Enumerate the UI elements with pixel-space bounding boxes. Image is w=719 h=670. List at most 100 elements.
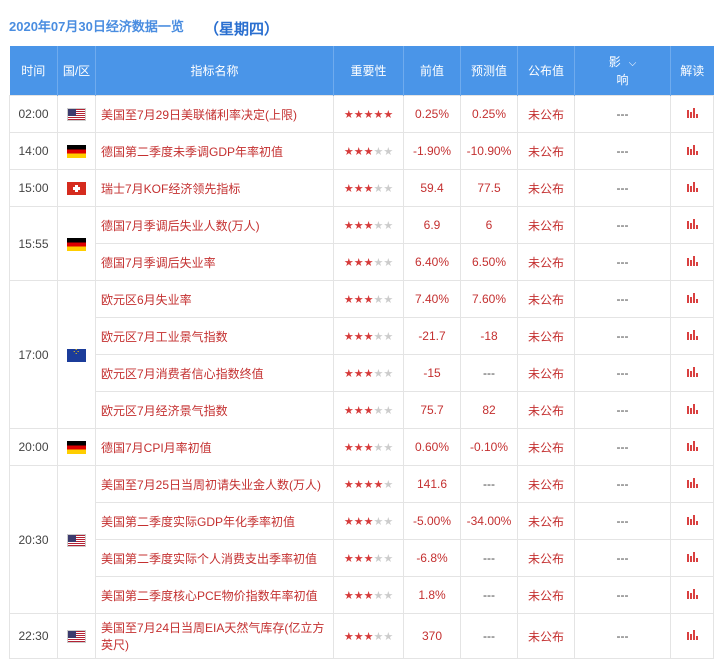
importance-stars: ★★★★★ [344, 479, 393, 491]
bar-chart-icon[interactable] [686, 552, 698, 562]
bar-chart-icon[interactable] [686, 330, 698, 340]
bar-chart-icon[interactable] [686, 478, 698, 488]
influence-value: --- [574, 206, 671, 244]
table-body: 02:00 美国至7月29日美联储利率决定(上限) ★★★★★ 0.25% 0.25% 未… [9, 95, 714, 659]
indicator-name[interactable]: 美国至7月25日当周初请失业金人数(万人) [95, 465, 334, 503]
influence-value: --- [574, 539, 671, 577]
table-row: 欧元区7月消费者信心指数终值 ★★★★★ -15 --- 未公布 --- [10, 354, 714, 392]
bar-chart-icon[interactable] [686, 404, 698, 414]
interpret-cell[interactable] [670, 95, 714, 133]
forecast-value: --- [460, 613, 518, 659]
indicator-name[interactable]: 美国至7月29日美联储利率决定(上限) [95, 95, 334, 133]
indicator-name[interactable]: 德国7月季调后失业人数(万人) [95, 206, 334, 244]
previous-value: -6.8% [403, 539, 461, 577]
importance-cell: ★★★★★ [333, 317, 404, 355]
previous-value: -5.00% [403, 502, 461, 540]
time-cell: 14:00 [9, 132, 58, 170]
star-icon: ★ [363, 183, 374, 195]
interpret-cell[interactable] [670, 613, 714, 659]
indicator-name[interactable]: 美国至7月24日当周EIA天然气库存(亿立方英尺) [95, 613, 334, 659]
forecast-value: -0.10% [460, 428, 518, 466]
actual-value: 未公布 [517, 502, 575, 540]
time-cell: 02:00 [9, 95, 58, 133]
star-icon: ★ [363, 405, 374, 417]
star-icon: ★ [363, 590, 374, 602]
table-header-row: 时间 国/区 指标名称 重要性 前值 预测值 公布值 影 ⌵ 响 解读 [9, 46, 714, 96]
interpret-cell[interactable] [670, 280, 714, 318]
interpret-cell[interactable] [670, 132, 714, 170]
star-icon: ★ [353, 368, 364, 380]
interpret-cell[interactable] [670, 465, 714, 503]
interpret-cell[interactable] [670, 576, 714, 614]
table-row: 15:55 德国7月季调后失业人数(万人) ★★★★★ 6.9 6 未公布 --- [9, 206, 714, 281]
interpret-cell[interactable] [670, 169, 714, 207]
indicator-name[interactable]: 欧元区7月消费者信心指数终值 [95, 354, 334, 392]
bar-chart-icon[interactable] [686, 515, 698, 525]
table-row: 美国第二季度实际个人消费支出季率初值 ★★★★★ -6.8% --- 未公布 --- [10, 539, 714, 577]
bar-chart-icon[interactable] [686, 182, 698, 192]
star-icon: ★ [343, 331, 354, 343]
economic-calendar-table: 时间 国/区 指标名称 重要性 前值 预测值 公布值 影 ⌵ 响 解读 02:00… [9, 46, 714, 659]
interpret-cell[interactable] [670, 243, 714, 281]
bar-chart-icon[interactable] [686, 145, 698, 155]
bar-chart-icon[interactable] [686, 293, 698, 303]
star-icon: ★ [363, 294, 374, 306]
col-influence[interactable]: 影 ⌵ 响 [574, 46, 671, 96]
interpret-cell[interactable] [670, 317, 714, 355]
star-empty-icon: ★ [383, 146, 394, 158]
indicator-name[interactable]: 欧元区6月失业率 [95, 280, 334, 318]
previous-value: 6.40% [403, 243, 461, 281]
indicator-name[interactable]: 美国第二季度实际GDP年化季率初值 [95, 502, 334, 540]
star-icon: ★ [343, 368, 354, 380]
forecast-value: 0.25% [460, 95, 518, 133]
interpret-cell[interactable] [670, 539, 714, 577]
table-row: 14:00 德国第二季度未季调GDP年率初值 ★★★★★ -1.90% -10.90% 未… [9, 132, 714, 170]
previous-value: 59.4 [403, 169, 461, 207]
interpret-cell[interactable] [670, 206, 714, 244]
indicator-name[interactable]: 德国7月季调后失业率 [95, 243, 334, 281]
star-empty-icon: ★ [373, 590, 384, 602]
interpret-cell[interactable] [670, 391, 714, 429]
bar-chart-icon[interactable] [686, 108, 698, 118]
star-empty-icon: ★ [383, 405, 394, 417]
bar-chart-icon[interactable] [686, 589, 698, 599]
star-icon: ★ [353, 590, 364, 602]
indicator-name[interactable]: 德国7月CPI月率初值 [95, 428, 334, 466]
actual-value: 未公布 [517, 169, 575, 207]
previous-value: 1.8% [403, 576, 461, 614]
star-empty-icon: ★ [373, 257, 384, 269]
indicator-name[interactable]: 瑞士7月KOF经济领先指标 [95, 169, 334, 207]
table-row: 17:00欧元区6月失业率★★★★★7.40%7.60%未公布--- [9, 280, 714, 429]
star-icon: ★ [343, 590, 354, 602]
bar-chart-icon[interactable] [686, 219, 698, 229]
interpret-cell[interactable] [670, 428, 714, 466]
bar-chart-icon[interactable] [686, 630, 698, 640]
indicator-name[interactable]: 美国第二季度实际个人消费支出季率初值 [95, 539, 334, 577]
indicator-name[interactable]: 德国第二季度未季调GDP年率初值 [95, 132, 334, 170]
star-icon: ★ [353, 553, 364, 565]
indicator-name[interactable]: 欧元区7月工业景气指数 [95, 317, 334, 355]
indicator-name[interactable]: 美国第二季度核心PCE物价指数年率初值 [95, 576, 334, 614]
actual-value: 未公布 [517, 465, 575, 503]
previous-value: 370 [403, 613, 461, 659]
weekday-label: （星期四） [204, 21, 280, 38]
importance-cell: ★★★★★ [333, 206, 404, 244]
star-empty-icon: ★ [383, 368, 394, 380]
star-empty-icon: ★ [383, 294, 394, 306]
interpret-cell[interactable] [670, 354, 714, 392]
previous-value: -15 [403, 354, 461, 392]
importance-cell: ★★★★★ [333, 465, 404, 503]
influence-top-label: 影 [608, 54, 621, 69]
interpret-cell[interactable] [670, 502, 714, 540]
star-icon: ★ [353, 442, 364, 454]
star-icon: ★ [343, 146, 354, 158]
region-cell [57, 465, 96, 614]
forecast-value: -34.00% [460, 502, 518, 540]
bar-chart-icon[interactable] [686, 441, 698, 451]
star-icon: ★ [353, 479, 364, 491]
col-time: 时间 [9, 46, 58, 96]
bar-chart-icon[interactable] [686, 367, 698, 377]
actual-value: 未公布 [517, 539, 575, 577]
bar-chart-icon[interactable] [686, 256, 698, 266]
indicator-name[interactable]: 欧元区7月经济景气指数 [95, 391, 334, 429]
